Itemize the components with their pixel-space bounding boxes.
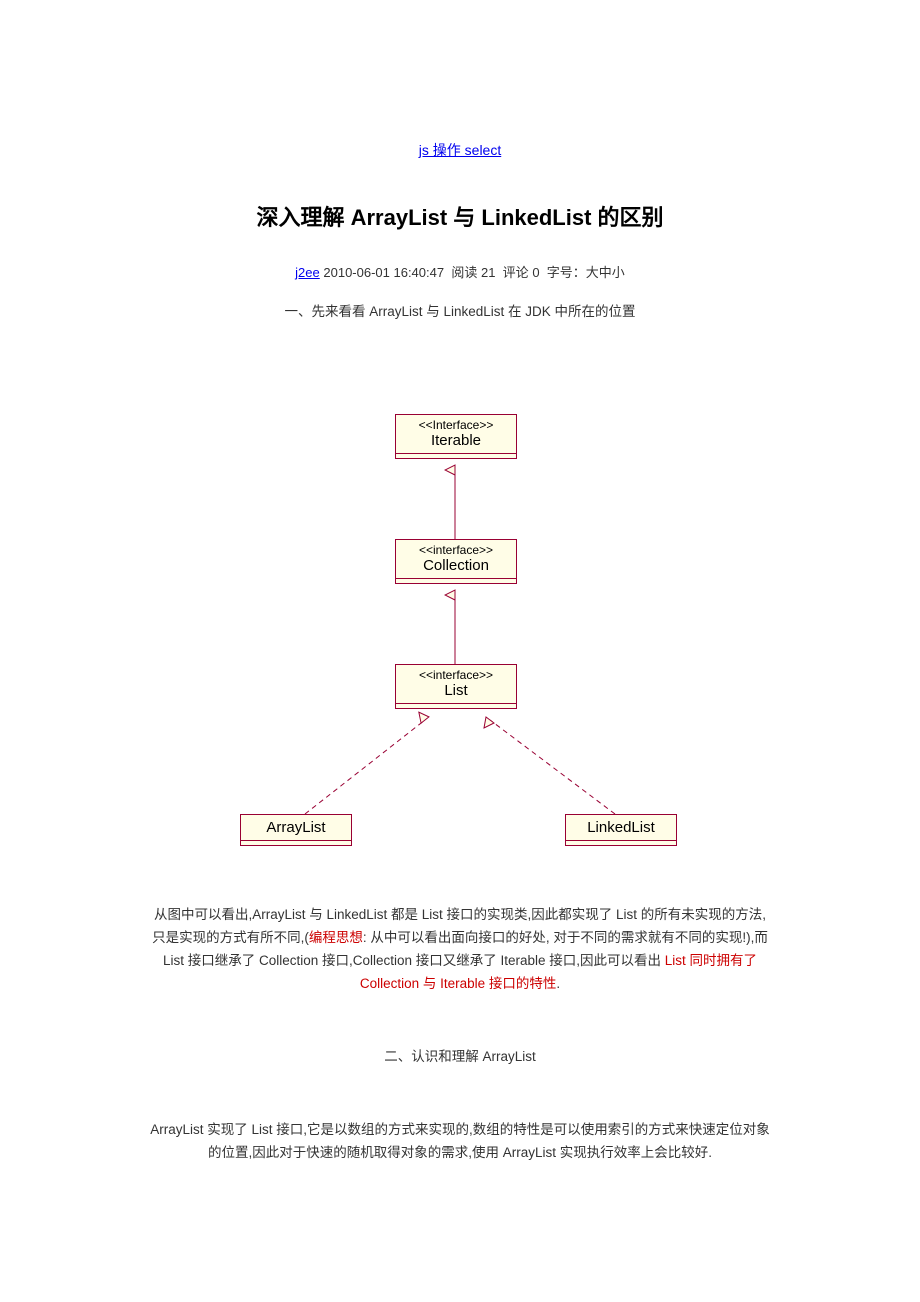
paragraph-1: 从图中可以看出,ArrayList 与 LinkedList 都是 List 接… [150, 904, 770, 996]
reads-label: 阅读 [451, 265, 477, 280]
uml-stereotype: <<interface>> [396, 540, 516, 557]
reads-count: 21 [481, 265, 495, 280]
uml-classname: Iterable [396, 432, 516, 453]
uml-collection: <<interface>> Collection [395, 539, 517, 584]
uml-classname: ArrayList [241, 815, 351, 840]
para1-highlight-1: 编程思想 [309, 930, 363, 945]
comments-count: 0 [532, 265, 539, 280]
section1-heading: 一、先来看看 ArrayList 与 LinkedList 在 JDK 中所在的… [150, 301, 770, 324]
font-label: 字号： [547, 265, 586, 280]
top-link[interactable]: js 操作 select [419, 142, 501, 158]
section2-heading: 二、认识和理解 ArrayList [150, 1046, 770, 1069]
paragraph-2: ArrayList 实现了 List 接口,它是以数组的方式来实现的,数组的特性… [150, 1119, 770, 1165]
page-title: 深入理解 ArrayList 与 LinkedList 的区别 [150, 200, 770, 232]
uml-linkedlist: LinkedList [565, 814, 677, 846]
uml-classname: LinkedList [566, 815, 676, 840]
uml-iterable: <<Interface>> Iterable [395, 414, 517, 459]
font-options[interactable]: 大中小 [586, 265, 625, 280]
para1-part-c: . [556, 976, 560, 991]
uml-arraylist: ArrayList [240, 814, 352, 846]
post-meta: j2ee 2010-06-01 16:40:47 阅读 21 评论 0 字号：大… [150, 262, 770, 281]
uml-list: <<interface>> List [395, 664, 517, 709]
uml-stereotype: <<interface>> [396, 665, 516, 682]
comments-label: 评论 [503, 265, 529, 280]
uml-classname: List [396, 682, 516, 703]
post-datetime: 2010-06-01 16:40:47 [323, 265, 444, 280]
uml-stereotype: <<Interface>> [396, 415, 516, 432]
uml-classname: Collection [396, 557, 516, 578]
category-link[interactable]: j2ee [295, 265, 320, 280]
uml-diagram: <<Interface>> Iterable <<interface>> Col… [220, 414, 700, 874]
